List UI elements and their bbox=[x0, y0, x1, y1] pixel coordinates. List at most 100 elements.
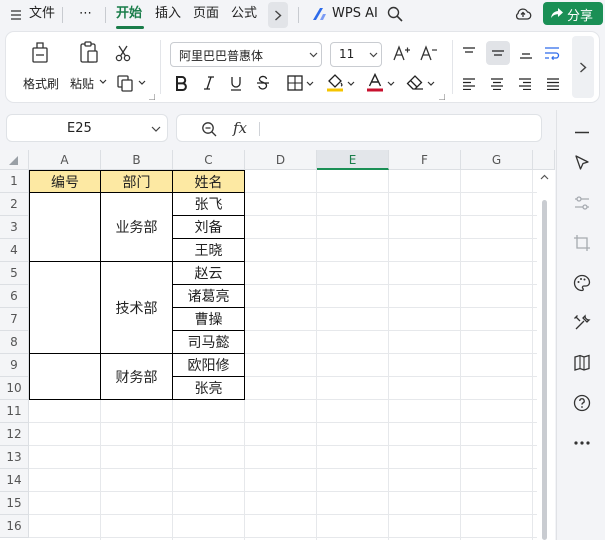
align-left-icon[interactable] bbox=[462, 78, 476, 90]
dialog-launcher-icon[interactable] bbox=[439, 94, 445, 100]
column-header-e[interactable]: E bbox=[317, 150, 389, 170]
font-color-icon[interactable] bbox=[366, 73, 384, 92]
spreadsheet-grid[interactable]: A B C D E F G 1 2 3 4 5 6 7 8 9 10 11 12… bbox=[0, 150, 555, 540]
column-header-a[interactable]: A bbox=[29, 150, 101, 170]
font-size-select[interactable]: 11 bbox=[330, 42, 382, 67]
cell-c7-name[interactable]: 曹操 bbox=[173, 308, 245, 331]
row-header-7[interactable]: 7 bbox=[0, 308, 29, 331]
cell-a2-merged[interactable] bbox=[29, 193, 101, 262]
vertical-scrollbar[interactable] bbox=[537, 170, 551, 540]
row-header-15[interactable]: 15 bbox=[0, 492, 29, 515]
column-header-c[interactable]: C bbox=[173, 150, 245, 170]
align-center-icon[interactable] bbox=[490, 78, 504, 90]
wps-ai-logo-icon[interactable] bbox=[311, 6, 327, 22]
cell-b5-department[interactable]: 技术部 bbox=[101, 262, 173, 354]
row-header-13[interactable]: 13 bbox=[0, 446, 29, 469]
style-palette-icon[interactable] bbox=[573, 274, 591, 292]
cut-icon[interactable] bbox=[114, 44, 132, 62]
row-header-12[interactable]: 12 bbox=[0, 423, 29, 446]
more-options-icon[interactable] bbox=[574, 441, 590, 445]
row-header-16[interactable]: 16 bbox=[0, 515, 29, 538]
name-box[interactable]: E25 bbox=[6, 114, 168, 142]
file-menu[interactable]: 文件 bbox=[29, 5, 55, 23]
cell-c8-name[interactable]: 司马懿 bbox=[173, 331, 245, 354]
cell-c2-name[interactable]: 张飞 bbox=[173, 193, 245, 216]
row-header-3[interactable]: 3 bbox=[0, 216, 29, 239]
wps-ai-button[interactable]: WPS AI bbox=[332, 5, 378, 23]
fill-color-icon[interactable] bbox=[326, 73, 344, 92]
align-top-icon[interactable] bbox=[462, 47, 476, 59]
cell-b9-department[interactable]: 财务部 bbox=[101, 354, 173, 400]
tab-formula[interactable]: 公式 bbox=[231, 5, 257, 23]
cell-b2-department[interactable]: 业务部 bbox=[101, 193, 173, 262]
help-icon[interactable] bbox=[573, 394, 591, 412]
copy-icon[interactable] bbox=[116, 74, 134, 92]
row-header-11[interactable]: 11 bbox=[0, 400, 29, 423]
underline-icon[interactable] bbox=[229, 75, 243, 91]
borders-icon[interactable] bbox=[287, 75, 303, 91]
cloud-upload-icon[interactable] bbox=[514, 5, 532, 23]
paste-icon[interactable] bbox=[78, 40, 100, 64]
scroll-up-arrow-icon[interactable] bbox=[540, 174, 549, 180]
font-family-select[interactable]: 阿里巴巴普惠体 bbox=[170, 42, 322, 67]
align-bottom-icon[interactable] bbox=[519, 47, 533, 59]
scrollbar-thumb[interactable] bbox=[542, 200, 547, 540]
book-map-icon[interactable] bbox=[573, 354, 591, 372]
cell-c6-name[interactable]: 诸葛亮 bbox=[173, 285, 245, 308]
chevron-down-icon[interactable] bbox=[138, 80, 146, 86]
tools-icon[interactable] bbox=[573, 314, 591, 332]
column-header-g[interactable]: G bbox=[461, 150, 533, 170]
select-all-corner[interactable] bbox=[0, 150, 29, 170]
bold-icon[interactable] bbox=[174, 75, 188, 91]
ribbon-scroll-right-button[interactable] bbox=[572, 36, 594, 98]
search-icon[interactable] bbox=[387, 6, 403, 22]
chevron-down-icon[interactable] bbox=[347, 81, 355, 87]
cell-c9-name[interactable]: 欧阳修 bbox=[173, 354, 245, 377]
chevron-down-icon[interactable] bbox=[306, 81, 314, 87]
column-header-b[interactable]: B bbox=[101, 150, 173, 170]
select-cursor-icon[interactable] bbox=[573, 154, 591, 172]
column-header-d[interactable]: D bbox=[245, 150, 317, 170]
share-button[interactable]: 分享 bbox=[543, 2, 603, 25]
tab-home[interactable]: 开始 bbox=[116, 5, 142, 23]
row-header-8[interactable]: 8 bbox=[0, 331, 29, 354]
cell-a9-merged[interactable] bbox=[29, 354, 101, 400]
cell-b1[interactable]: 部门 bbox=[101, 170, 173, 193]
cell-c1[interactable]: 姓名 bbox=[173, 170, 245, 193]
clear-format-icon[interactable] bbox=[406, 75, 424, 91]
column-header-f[interactable]: F bbox=[389, 150, 461, 170]
cell-c4-name[interactable]: 王晓 bbox=[173, 239, 245, 262]
chevron-down-icon[interactable] bbox=[427, 81, 435, 87]
align-middle-button[interactable] bbox=[486, 41, 510, 65]
chevron-down-icon[interactable] bbox=[151, 126, 161, 132]
more-menu[interactable]: ⋯ bbox=[79, 5, 92, 23]
increase-font-size-icon[interactable] bbox=[393, 45, 411, 61]
crop-icon[interactable] bbox=[573, 234, 591, 252]
filter-settings-icon[interactable] bbox=[573, 194, 591, 212]
row-header-1[interactable]: 1 bbox=[0, 170, 29, 193]
justify-icon[interactable] bbox=[546, 78, 560, 90]
row-header-2[interactable]: 2 bbox=[0, 193, 29, 216]
chevron-down-icon[interactable] bbox=[387, 81, 395, 87]
hamburger-menu-icon[interactable] bbox=[10, 9, 22, 21]
row-header-14[interactable]: 14 bbox=[0, 469, 29, 492]
align-right-icon[interactable] bbox=[518, 78, 532, 90]
decrease-font-size-icon[interactable] bbox=[420, 45, 438, 61]
zoom-icon[interactable] bbox=[201, 121, 217, 137]
cell-c5-name[interactable]: 赵云 bbox=[173, 262, 245, 285]
dialog-launcher-icon[interactable] bbox=[149, 94, 155, 100]
strikethrough-icon[interactable] bbox=[256, 75, 270, 91]
cell-c10-name[interactable]: 张亮 bbox=[173, 377, 245, 400]
chevron-down-icon[interactable] bbox=[99, 79, 107, 85]
cell-a1[interactable]: 编号 bbox=[29, 170, 101, 193]
row-header-5[interactable]: 5 bbox=[0, 262, 29, 285]
column-header-h[interactable] bbox=[533, 150, 555, 170]
row-header-4[interactable]: 4 bbox=[0, 239, 29, 262]
row-header-9[interactable]: 9 bbox=[0, 354, 29, 377]
cell-c3-name[interactable]: 刘备 bbox=[173, 216, 245, 239]
tab-page[interactable]: 页面 bbox=[193, 5, 219, 23]
row-header-6[interactable]: 6 bbox=[0, 285, 29, 308]
cell-a5-merged[interactable] bbox=[29, 262, 101, 354]
wrap-text-icon[interactable] bbox=[544, 46, 560, 60]
more-tabs-button[interactable] bbox=[268, 2, 288, 28]
